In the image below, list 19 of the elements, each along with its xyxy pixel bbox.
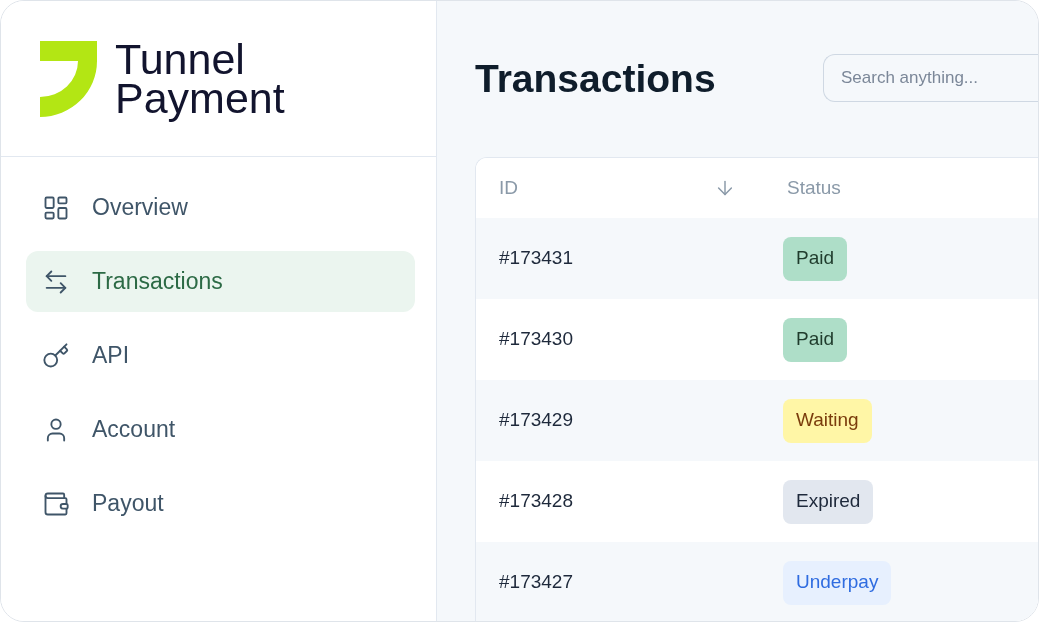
transaction-id: #173429 <box>499 409 573 431</box>
transaction-id: #173427 <box>499 571 573 593</box>
page-title: Transactions <box>475 55 716 102</box>
transaction-id: #173428 <box>499 490 573 512</box>
status-tag: Paid <box>783 236 848 281</box>
nav-item[interactable]: Transactions <box>26 251 415 312</box>
key-icon <box>42 341 70 370</box>
transaction-id: #173430 <box>499 328 573 350</box>
nav-item[interactable]: Payout <box>26 473 415 534</box>
search-field[interactable]: Search anything... <box>823 54 1038 102</box>
status-tag: Paid <box>783 317 848 362</box>
logo-icon <box>40 40 97 117</box>
nav-item[interactable]: API <box>26 325 415 386</box>
transaction-id: #173431 <box>499 247 573 269</box>
status-tag: Waiting <box>783 398 872 443</box>
status-tag: Expired <box>783 479 874 524</box>
nav-item[interactable]: Account <box>26 399 415 460</box>
nav-item[interactable]: Overview <box>26 177 415 238</box>
status-tag: Underpay <box>783 560 892 605</box>
